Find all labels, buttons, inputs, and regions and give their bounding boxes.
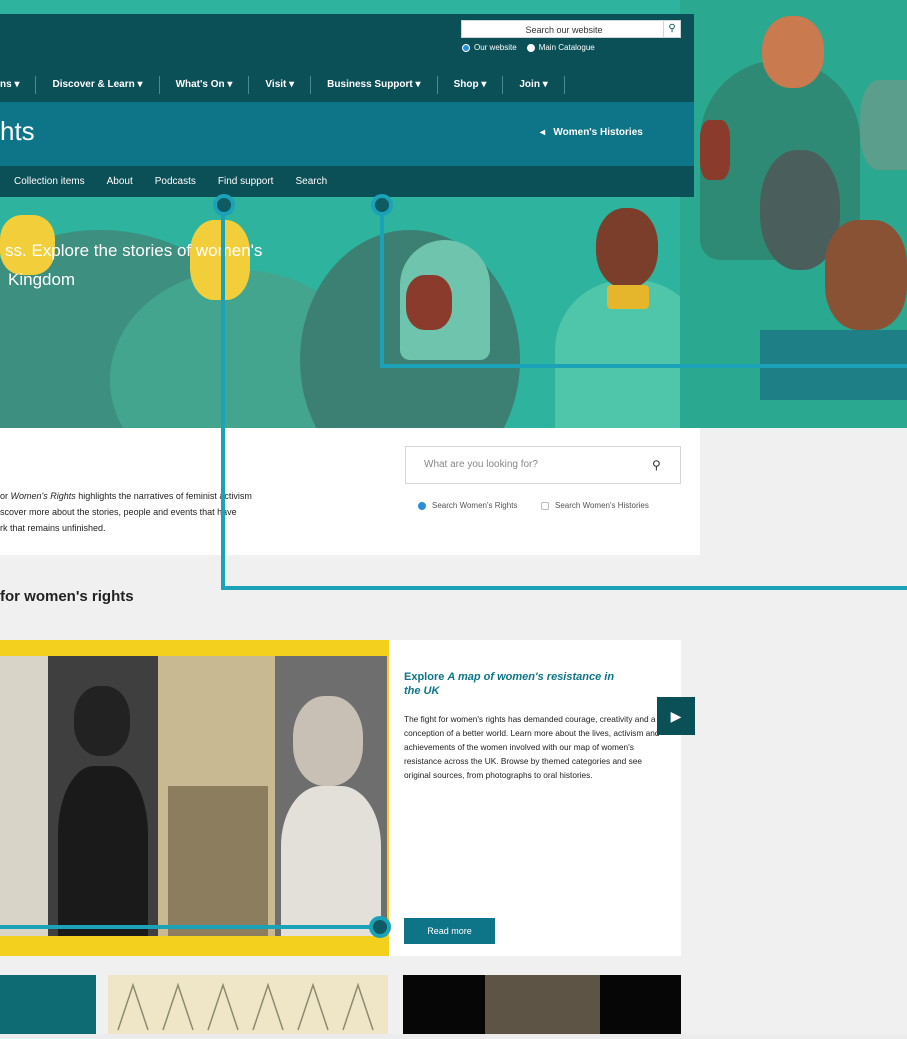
nav-label: Business Support [327, 79, 413, 90]
womens-histories-link[interactable]: ◂ Women's Histories [540, 127, 643, 138]
chevron-down-icon: ▾ [289, 79, 295, 90]
poster-photo [0, 656, 48, 936]
intro-emphasis: Women's Rights [10, 491, 76, 501]
radio-selected-icon [462, 43, 470, 52]
callout-frame-podcasts [221, 214, 907, 590]
chevron-down-icon: ▾ [481, 79, 487, 90]
nav-label: Discover & Learn [52, 79, 135, 90]
search-button[interactable]: ⚲ [663, 20, 681, 38]
thumbnail[interactable] [403, 975, 681, 1034]
photo-face [293, 696, 363, 786]
scope-label: Main Catalogue [538, 43, 595, 52]
title-part: Explore [404, 671, 448, 683]
subnav-search[interactable]: Search [295, 176, 327, 187]
page-title: hts [0, 116, 35, 146]
featured-body: The fight for women's rights has demande… [404, 714, 660, 780]
arrow-left-icon: ◂ [540, 127, 546, 138]
nav-label: ns [0, 79, 12, 90]
search-scope: Our website Main Catalogue [462, 43, 595, 52]
thumbnail[interactable] [108, 975, 388, 1034]
main-nav: ns ▾ Discover & Learn ▾ What's On ▾ Visi… [0, 71, 565, 99]
hero-figure [860, 80, 907, 170]
photo-crowd [168, 786, 268, 936]
radio-unselected-icon [526, 43, 535, 52]
chevron-down-icon: ▾ [14, 79, 20, 90]
read-more-button[interactable]: Read more [404, 918, 495, 944]
photo-face [74, 686, 130, 756]
nav-label: Visit [265, 79, 287, 90]
chevron-down-icon: ▾ [227, 79, 233, 90]
photo-figure [58, 766, 148, 936]
thumbnail-photo [485, 975, 600, 1034]
section-subnav: Collection items About Podcasts Find sup… [0, 166, 694, 197]
link-label: Women's Histories [553, 127, 643, 138]
nav-item-business-support[interactable]: Business Support ▾ [311, 76, 438, 94]
subnav-collection-items[interactable]: Collection items [14, 176, 85, 187]
callout-line-read-more [0, 925, 380, 929]
podcasts-marker-icon [213, 194, 235, 216]
etching-photo [158, 656, 275, 936]
nav-item-whats-on[interactable]: What's On ▾ [160, 76, 250, 94]
chevron-right-icon: ▶ [670, 708, 682, 724]
thumbnail[interactable] [0, 975, 96, 1034]
nav-item-shop[interactable]: Shop ▾ [438, 76, 504, 94]
chevron-down-icon: ▾ [415, 79, 421, 90]
photo-figure [281, 786, 381, 936]
chevron-down-icon: ▾ [137, 79, 143, 90]
search-icon: ⚲ [668, 23, 676, 34]
portrait-painting [275, 656, 387, 936]
sketch-figures-graphic [117, 982, 374, 1031]
carousel-next-button[interactable]: ▶ [657, 697, 695, 735]
site-search-input[interactable]: Search our website [461, 20, 667, 38]
subnav-podcasts[interactable]: Podcasts [155, 176, 196, 187]
section-heading: for women's rights [0, 588, 134, 605]
nav-label: Shop [453, 79, 479, 90]
chevron-down-icon: ▾ [542, 79, 548, 90]
portrait-photo [48, 656, 158, 936]
nav-item-join[interactable]: Join ▾ [503, 76, 565, 94]
intro-text-part: or [0, 491, 11, 501]
hero-raised-fist [700, 120, 730, 180]
nav-item-collections[interactable]: ns ▾ [0, 76, 37, 94]
nav-label: Join [519, 79, 540, 90]
subnav-find-support[interactable]: Find support [218, 176, 274, 187]
hero-face [762, 16, 824, 88]
nav-label: What's On [175, 79, 225, 90]
read-more-marker-icon [369, 916, 391, 938]
featured-image-collage [0, 640, 389, 956]
search-marker-icon [371, 194, 393, 216]
nav-item-visit[interactable]: Visit ▾ [249, 76, 312, 94]
featured-title[interactable]: Explore A map of women's resistance in t… [404, 670, 624, 698]
scope-label: Our website [474, 43, 517, 52]
scope-our-website[interactable]: Our website [462, 43, 517, 52]
scope-main-catalogue[interactable]: Main Catalogue [526, 43, 595, 52]
nav-item-discover-learn[interactable]: Discover & Learn ▾ [36, 76, 160, 94]
subnav-about[interactable]: About [107, 176, 133, 187]
